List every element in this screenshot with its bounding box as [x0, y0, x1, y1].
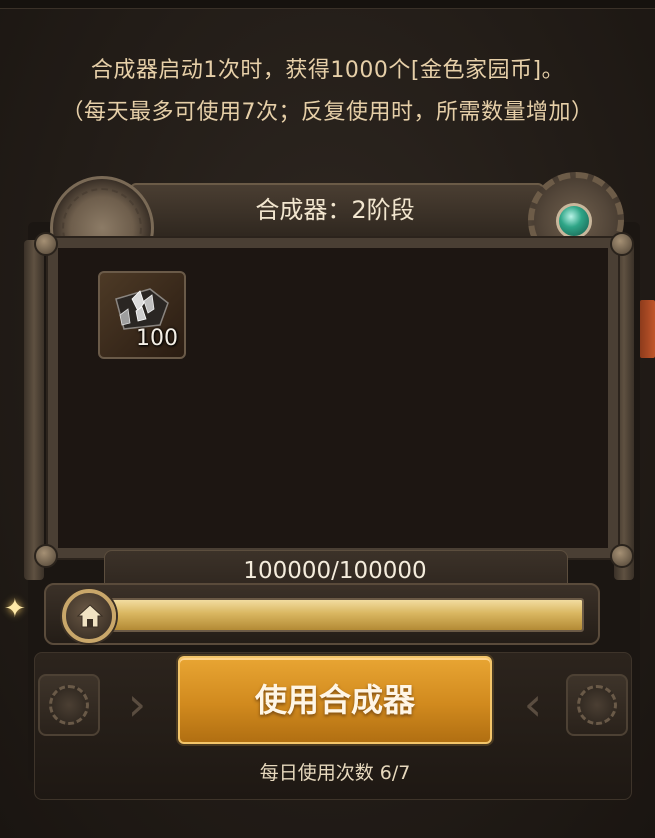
rivet-icon [610, 544, 634, 568]
rivet-icon [34, 232, 58, 256]
sparkle-icon: ✦ [4, 594, 26, 624]
use-synthesizer-button[interactable]: 使用合成器 [178, 656, 492, 744]
item-count: 100 [136, 326, 178, 351]
rivet-icon [610, 232, 634, 256]
info-text-line-2: （每天最多可使用7次；反复使用时，所需数量增加） [61, 100, 594, 125]
right-wheel [566, 674, 628, 736]
info-text-line-1: 合成器启动1次时，获得1000个[金色家园币]。 [90, 58, 565, 83]
left-wheel [38, 674, 100, 736]
daily-uses-text: 每日使用次数 6/7 [259, 762, 411, 784]
progress-bar-fill [112, 600, 582, 630]
left-pipe [24, 240, 44, 580]
item-slot[interactable]: 100 [98, 271, 186, 359]
progress-bar [110, 598, 584, 632]
top-border [0, 0, 655, 9]
gem-icon [556, 203, 592, 239]
side-tab[interactable] [640, 300, 655, 358]
chevron-right-icon: › [127, 677, 147, 731]
rivet-icon [34, 544, 58, 568]
chevron-left-icon: ‹ [523, 677, 543, 731]
wheel-icon [577, 685, 617, 725]
home-button[interactable] [62, 589, 116, 643]
wheel-icon [49, 685, 89, 725]
progress-text: 100000/100000 [243, 558, 427, 584]
home-icon [76, 604, 104, 628]
synthesizer-title: 合成器：2阶段 [255, 196, 415, 224]
